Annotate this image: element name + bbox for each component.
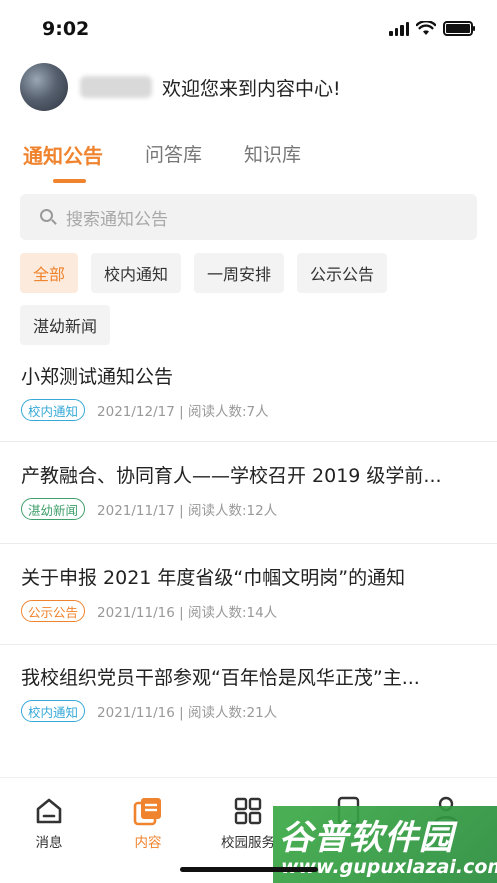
filter-chip-public-notice[interactable]: 公示公告 bbox=[297, 253, 388, 293]
list-item[interactable]: 产教融合、协同育人——学校召开 2019 级学前... 湛幼新闻 2021/11… bbox=[0, 442, 497, 544]
home-icon bbox=[34, 796, 64, 826]
list-item[interactable]: 我校组织党员干部参观“百年恰是风华正茂”主... 校内通知 2021/11/16… bbox=[0, 645, 497, 745]
filter-chip-all[interactable]: 全部 bbox=[20, 253, 79, 293]
watermark-title: 谷普软件园 bbox=[279, 818, 454, 858]
document-icon bbox=[133, 796, 163, 826]
home-indicator bbox=[180, 867, 318, 872]
tabbar-label: 内容 bbox=[134, 835, 162, 851]
news-date-readcount: 2021/11/16 | 阅读人数:14人 bbox=[97, 605, 278, 621]
username-blurred bbox=[80, 76, 152, 98]
tab-notices-label: 通知公告 bbox=[23, 144, 103, 168]
welcome-text: 欢迎您来到内容中心! bbox=[162, 77, 341, 100]
list-item[interactable]: 小郑测试通知公告 校内通知 2021/12/17 | 阅读人数:7人 bbox=[0, 352, 497, 442]
news-date-readcount: 2021/12/17 | 阅读人数:7人 bbox=[97, 404, 269, 420]
status-icons bbox=[389, 21, 475, 36]
news-date-readcount: 2021/11/17 | 阅读人数:12人 bbox=[97, 503, 278, 519]
news-list: 小郑测试通知公告 校内通知 2021/12/17 | 阅读人数:7人 产教融合、… bbox=[0, 352, 497, 745]
status-time: 9:02 bbox=[42, 18, 90, 40]
tab-active-underline bbox=[53, 179, 86, 183]
signal-icon bbox=[389, 21, 409, 36]
news-meta: 公示公告 2021/11/16 | 阅读人数:14人 bbox=[21, 600, 477, 622]
news-meta: 湛幼新闻 2021/11/17 | 阅读人数:12人 bbox=[21, 498, 477, 520]
tab-knowledge[interactable]: 知识库 bbox=[244, 140, 301, 183]
filter-chip-weekly-schedule[interactable]: 一周安排 bbox=[194, 253, 285, 293]
avatar[interactable] bbox=[20, 63, 68, 111]
news-title: 关于申报 2021 年度省级“巾帼文明岗”的通知 bbox=[21, 567, 406, 589]
news-meta: 校内通知 2021/11/16 | 阅读人数:21人 bbox=[21, 700, 477, 722]
category-tag: 校内通知 bbox=[21, 399, 86, 421]
news-date-readcount: 2021/11/16 | 阅读人数:21人 bbox=[97, 705, 278, 721]
filter-chip-campus-notice[interactable]: 校内通知 bbox=[91, 253, 182, 293]
wifi-icon bbox=[416, 21, 436, 35]
news-meta: 校内通知 2021/12/17 | 阅读人数:7人 bbox=[21, 399, 477, 421]
content-tabs: 通知公告 问答库 知识库 bbox=[23, 140, 301, 183]
tabbar-label: 消息 bbox=[35, 835, 63, 851]
search-placeholder: 搜索通知公告 bbox=[66, 209, 168, 230]
filter-chip-school-news[interactable]: 湛幼新闻 bbox=[20, 305, 111, 345]
tabbar-item-messages[interactable]: 消息 bbox=[9, 796, 89, 851]
status-bar: 9:02 bbox=[0, 0, 497, 60]
category-tag: 校内通知 bbox=[21, 700, 86, 722]
battery-icon bbox=[443, 21, 475, 36]
search-input[interactable]: 搜索通知公告 bbox=[20, 194, 477, 240]
tab-knowledge-label: 知识库 bbox=[244, 144, 302, 166]
grid-icon bbox=[233, 796, 263, 826]
user-header: 欢迎您来到内容中心! bbox=[20, 62, 341, 112]
search-icon bbox=[40, 208, 57, 226]
filter-chips: 全部 校内通知 一周安排 公示公告 湛幼新闻 bbox=[20, 253, 480, 345]
news-title: 小郑测试通知公告 bbox=[21, 366, 174, 388]
category-tag: 公示公告 bbox=[21, 600, 86, 622]
tab-notices[interactable]: 通知公告 bbox=[23, 140, 103, 183]
list-item[interactable]: 关于申报 2021 年度省级“巾帼文明岗”的通知 公示公告 2021/11/16… bbox=[0, 544, 497, 645]
news-title: 产教融合、协同育人——学校召开 2019 级学前... bbox=[21, 465, 442, 487]
category-tag: 湛幼新闻 bbox=[21, 498, 86, 520]
tab-qa[interactable]: 问答库 bbox=[145, 140, 202, 183]
tabbar-item-content[interactable]: 内容 bbox=[108, 796, 188, 851]
tab-qa-label: 问答库 bbox=[145, 144, 203, 166]
news-title: 我校组织党员干部参观“百年恰是风华正茂”主... bbox=[21, 667, 420, 689]
